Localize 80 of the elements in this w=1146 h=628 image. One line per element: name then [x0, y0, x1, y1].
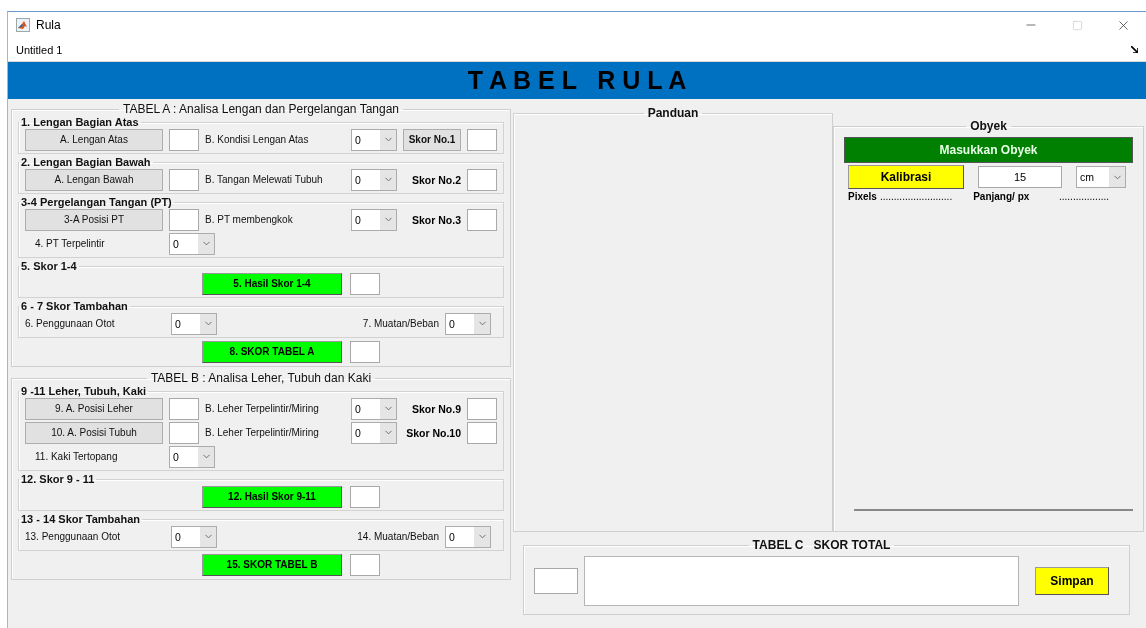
dropdown[interactable]: 0 [171, 525, 217, 548]
field-label: B. Leher Terpelintir/Miring [205, 427, 320, 438]
field-label: B. Leher Terpelintir/Miring [205, 403, 320, 414]
result-text-area[interactable] [584, 556, 1019, 606]
posture-button[interactable]: 10. A. Posisi Tubuh [25, 421, 163, 444]
field-label: B. Tangan Melewati Tubuh [205, 174, 324, 185]
score-label: Skor No.3 [411, 213, 461, 226]
input-field[interactable] [169, 128, 199, 151]
dropdown[interactable]: 0 [445, 525, 491, 548]
field-label: 13. Penggunaan Otot [25, 531, 121, 542]
dropdown[interactable]: 0 [351, 208, 397, 231]
field-label: B. Kondisi Lengan Atas [205, 134, 310, 145]
result-button[interactable]: 5. Hasil Skor 1-4 [202, 272, 342, 295]
input-field[interactable] [467, 421, 497, 444]
field-label: 14. Muatan/Beban [357, 531, 439, 542]
input-field[interactable] [467, 397, 497, 420]
dropdown[interactable]: 0 [445, 312, 491, 335]
dropdown[interactable]: 0 [351, 168, 397, 191]
length-per-px-value: .................. [1059, 191, 1109, 202]
input-field[interactable] [467, 168, 497, 191]
panel-title: Panduan [646, 106, 700, 120]
input-field[interactable] [467, 128, 497, 151]
result-button[interactable]: 15. SKOR TABEL B [202, 553, 342, 576]
field-label: 11. Kaki Tertopang [34, 451, 119, 462]
posture-button[interactable]: 9. A. Posisi Leher [25, 397, 163, 420]
dropdown[interactable]: 0 [351, 128, 397, 151]
load-object-button[interactable]: Masukkan Obyek [844, 137, 1133, 163]
field-label: 4. PT Terpelintir [34, 238, 106, 249]
maximize-icon[interactable] [1071, 19, 1083, 31]
posture-button[interactable]: A. Lengan Bawah [25, 168, 163, 191]
banner-title: T A B E L R U L A [467, 66, 687, 95]
panel-title: Obyek [969, 119, 1008, 133]
input-field[interactable] [169, 397, 199, 420]
input-field[interactable] [350, 272, 380, 295]
input-field[interactable] [350, 340, 380, 363]
dropdown[interactable]: 0 [351, 397, 397, 420]
group-title: 6 - 7 Skor Tambahan [20, 300, 129, 312]
panel-title: TABEL B : Analisa Leher, Tubuh dan Kaki [149, 371, 373, 385]
input-field[interactable] [169, 208, 199, 231]
group-title: 5. Skor 1-4 [20, 260, 78, 272]
score-label: Skor No.2 [411, 173, 461, 186]
save-button[interactable]: Simpan [1035, 567, 1109, 595]
length-field[interactable]: 15 [978, 166, 1062, 188]
dropdown[interactable]: 0 [169, 445, 215, 468]
window-title: Rula [36, 18, 61, 32]
pixels-label: Pixels [848, 191, 877, 202]
pixels-value: .......................... [879, 191, 953, 202]
score-label: Skor No.9 [411, 402, 461, 415]
result-button[interactable]: 8. SKOR TABEL A [202, 340, 342, 363]
total-score-field[interactable] [534, 568, 578, 594]
field-label: 6. Penggunaan Otot [25, 318, 115, 329]
group-title: 2. Lengan Bagian Bawah [20, 156, 152, 168]
result-button[interactable]: 12. Hasil Skor 9-11 [202, 485, 342, 508]
group-title: 1. Lengan Bagian Atas [20, 116, 140, 128]
group-title: 3-4 Pergelangan Tangan (PT) [20, 196, 173, 208]
field-label: B. PT membengkok [205, 214, 294, 225]
posture-button[interactable]: A. Lengan Atas [25, 128, 163, 151]
dropdown[interactable]: 0 [351, 421, 397, 444]
score-button[interactable]: Skor No.1 [403, 128, 461, 151]
calibrate-button[interactable]: Kalibrasi [848, 165, 964, 189]
panel-title: TABEL A : Analisa Lengan dan Pergelangan Tangan [122, 102, 400, 116]
input-field[interactable] [350, 485, 380, 508]
app-logo-icon [16, 18, 30, 32]
panel-title: TABEL C SKOR TOTAL [751, 538, 892, 552]
group-title: 9 -11 Leher, Tubuh, Kaki [20, 385, 148, 397]
input-field[interactable] [467, 208, 497, 231]
group-title: 12. Skor 9 - 11 [20, 473, 96, 485]
dropdown[interactable]: 0 [171, 312, 217, 335]
length-per-px-label: Panjang/ px [973, 191, 1030, 202]
dropdown[interactable]: cm [1076, 166, 1126, 188]
dropdown[interactable]: 0 [169, 232, 215, 255]
input-field[interactable] [350, 553, 380, 576]
dock-arrow-icon[interactable] [1131, 46, 1138, 53]
group-title: 13 - 14 Skor Tambahan [20, 513, 141, 525]
input-field[interactable] [169, 168, 199, 191]
score-label: Skor No.10 [405, 426, 461, 439]
posture-button[interactable]: 3-A Posisi PT [25, 208, 163, 231]
input-field[interactable] [169, 421, 199, 444]
field-label: 7. Muatan/Beban [362, 318, 439, 329]
menu-item[interactable]: Untitled 1 [16, 43, 63, 56]
